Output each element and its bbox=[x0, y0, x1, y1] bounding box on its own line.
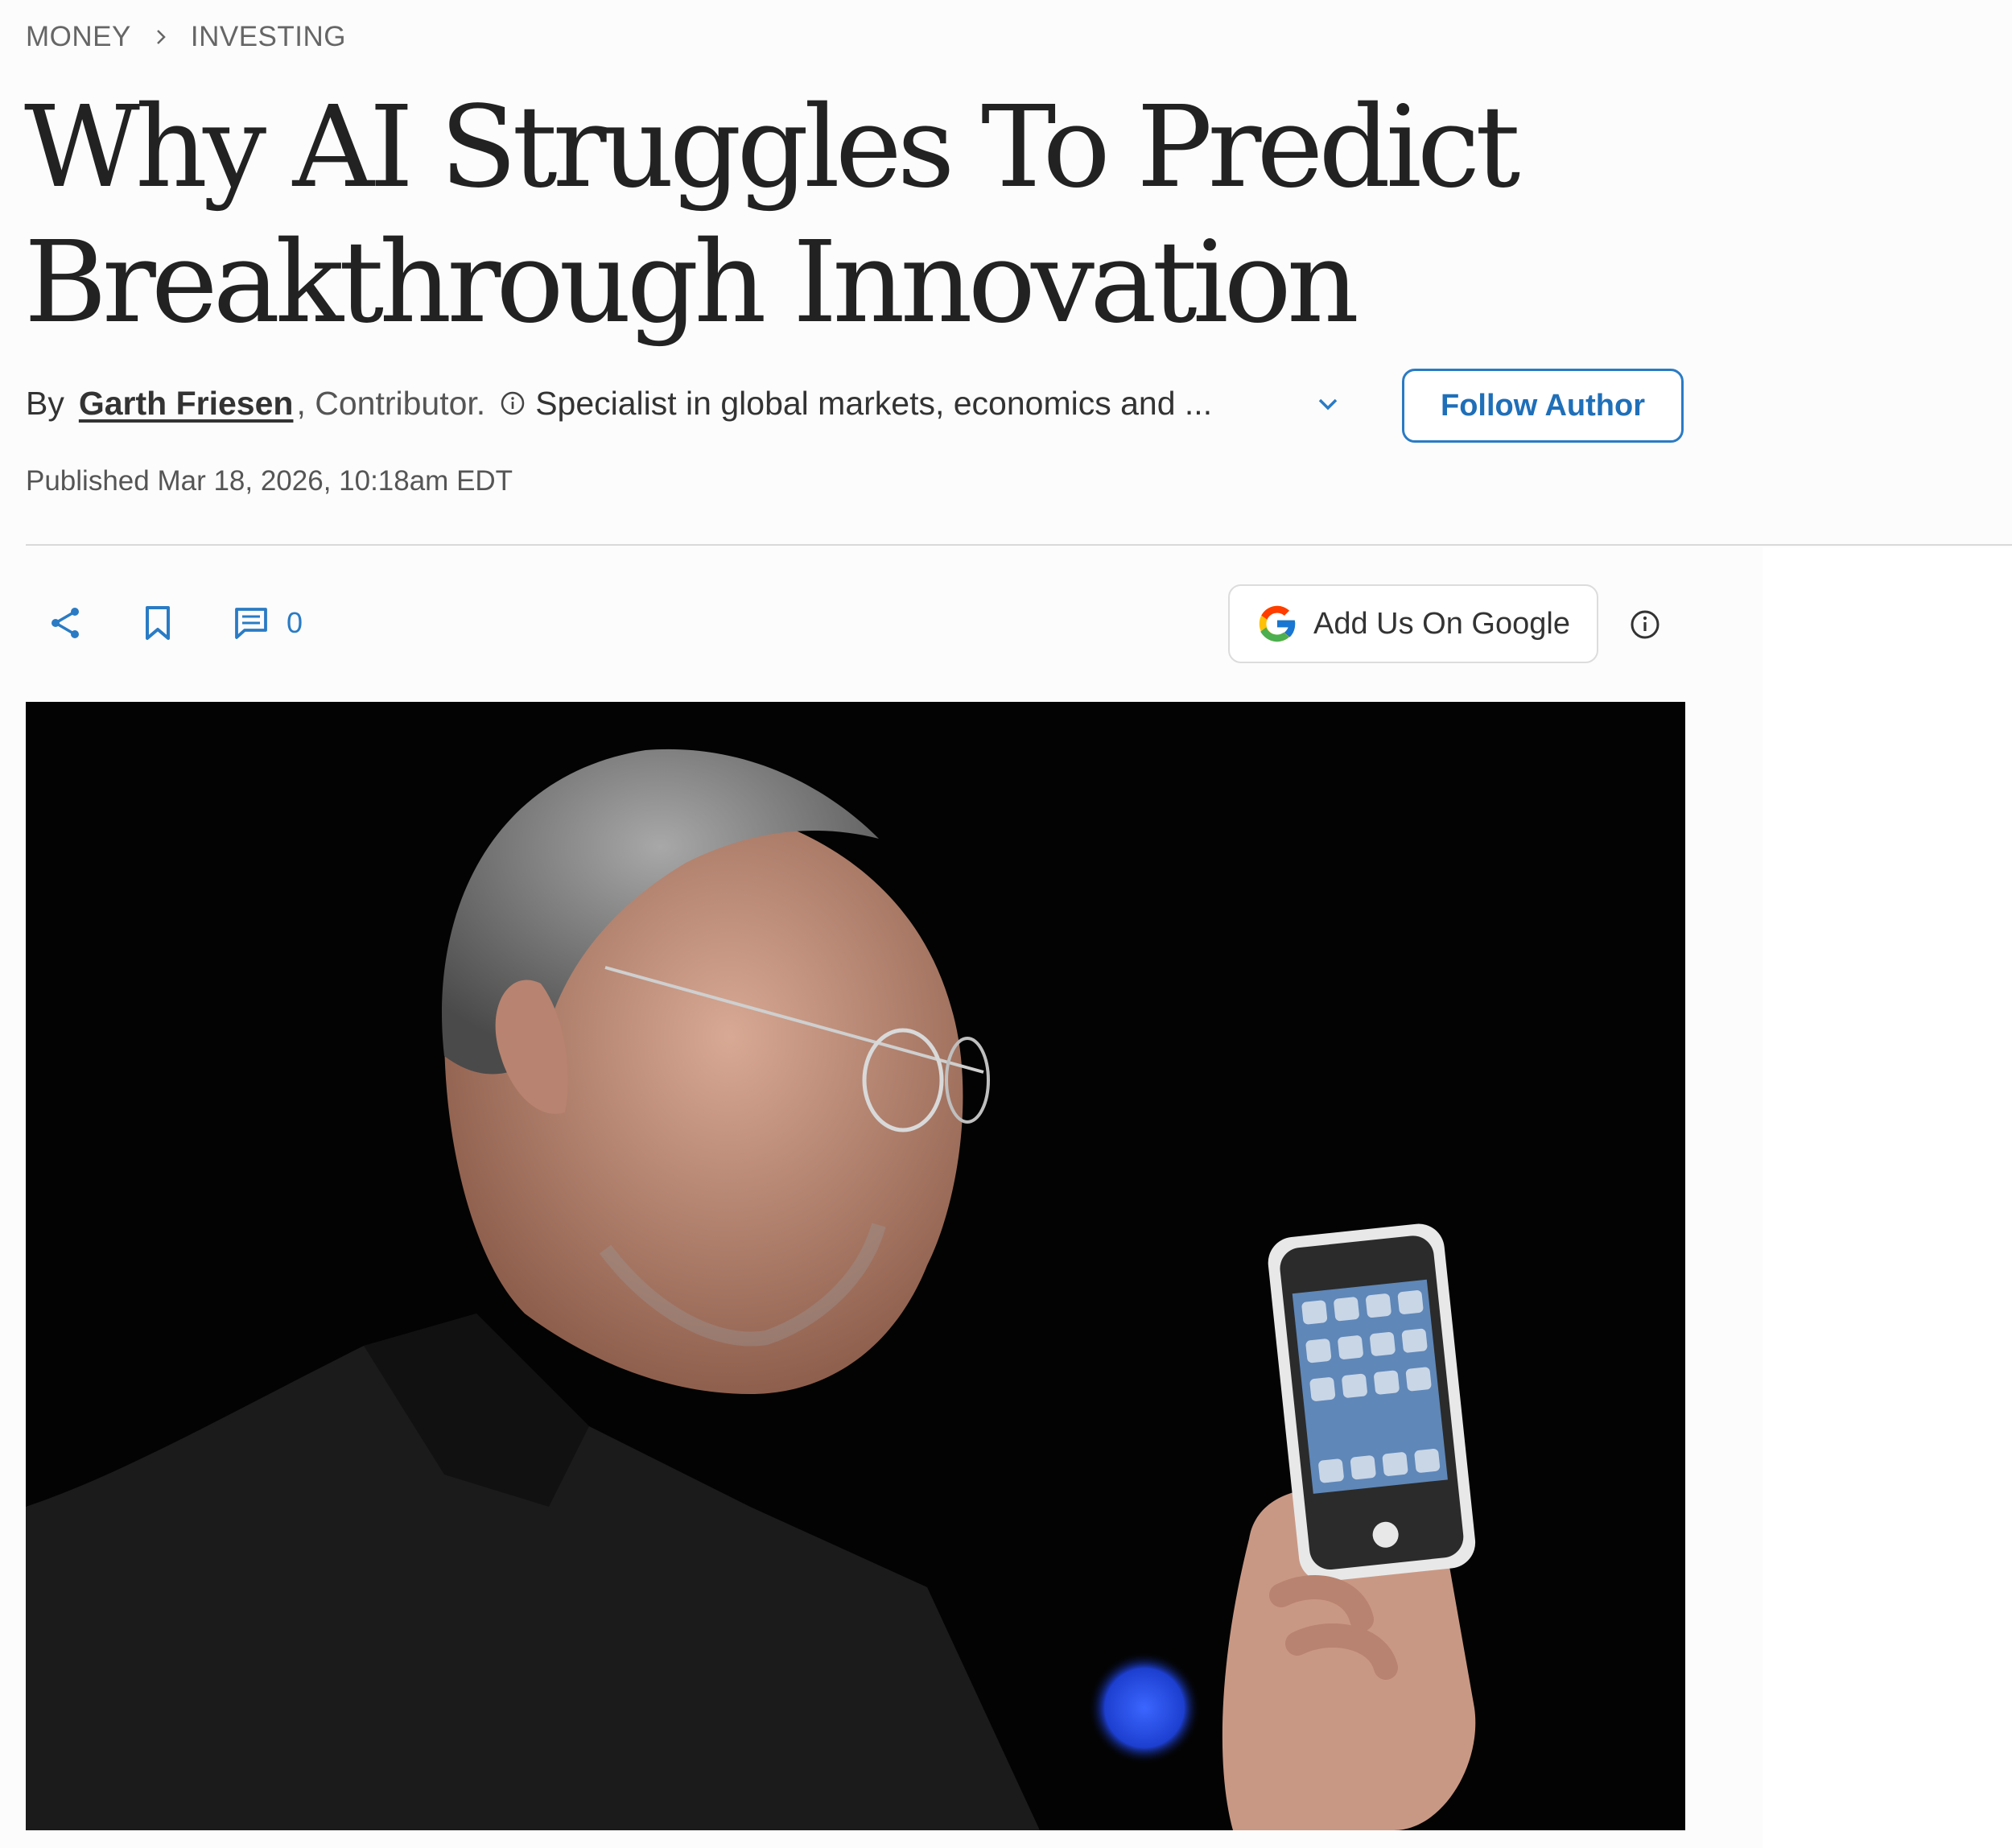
author-bio: Specialist in global markets, economics … bbox=[535, 384, 1213, 422]
add-us-on-google-button[interactable]: Add Us On Google bbox=[1228, 584, 1598, 663]
page-title: Why AI Struggles To Predict Breakthrough… bbox=[24, 82, 1520, 349]
share-button[interactable] bbox=[47, 602, 84, 644]
breadcrumb-money[interactable]: MONEY bbox=[26, 21, 131, 53]
comment-icon bbox=[235, 608, 267, 639]
byline: By Garth Friesen , Contributor. Speciali… bbox=[26, 377, 1212, 430]
by-label: By bbox=[26, 384, 64, 422]
divider bbox=[26, 544, 2012, 546]
info-icon[interactable] bbox=[500, 390, 526, 416]
hero-illustration bbox=[26, 702, 1685, 1830]
author-link[interactable]: Garth Friesen bbox=[79, 385, 294, 423]
breadcrumb-investing[interactable]: INVESTING bbox=[191, 21, 346, 53]
bookmark-button[interactable] bbox=[142, 602, 174, 644]
follow-author-button[interactable]: Follow Author bbox=[1402, 369, 1684, 443]
breadcrumb: MONEY INVESTING bbox=[26, 18, 346, 56]
published-date: Published Mar 18, 2026, 10:18am EDT bbox=[26, 465, 513, 497]
hero-image bbox=[26, 702, 1685, 1830]
bookmark-icon bbox=[146, 606, 170, 640]
comments-button[interactable]: 0 bbox=[233, 602, 303, 644]
chevron-down-icon[interactable] bbox=[1312, 391, 1344, 417]
info-icon[interactable] bbox=[1629, 608, 1661, 641]
google-button-label: Add Us On Google bbox=[1313, 606, 1570, 641]
google-icon bbox=[1259, 605, 1297, 642]
comment-count: 0 bbox=[287, 606, 303, 639]
chevron-right-icon bbox=[156, 30, 166, 44]
share-icon bbox=[52, 608, 79, 638]
author-role: , Contributor. bbox=[296, 384, 486, 422]
right-column bbox=[1763, 547, 2012, 1848]
article-page: MONEY INVESTING Why AI Struggles To Pred… bbox=[0, 0, 2012, 1848]
